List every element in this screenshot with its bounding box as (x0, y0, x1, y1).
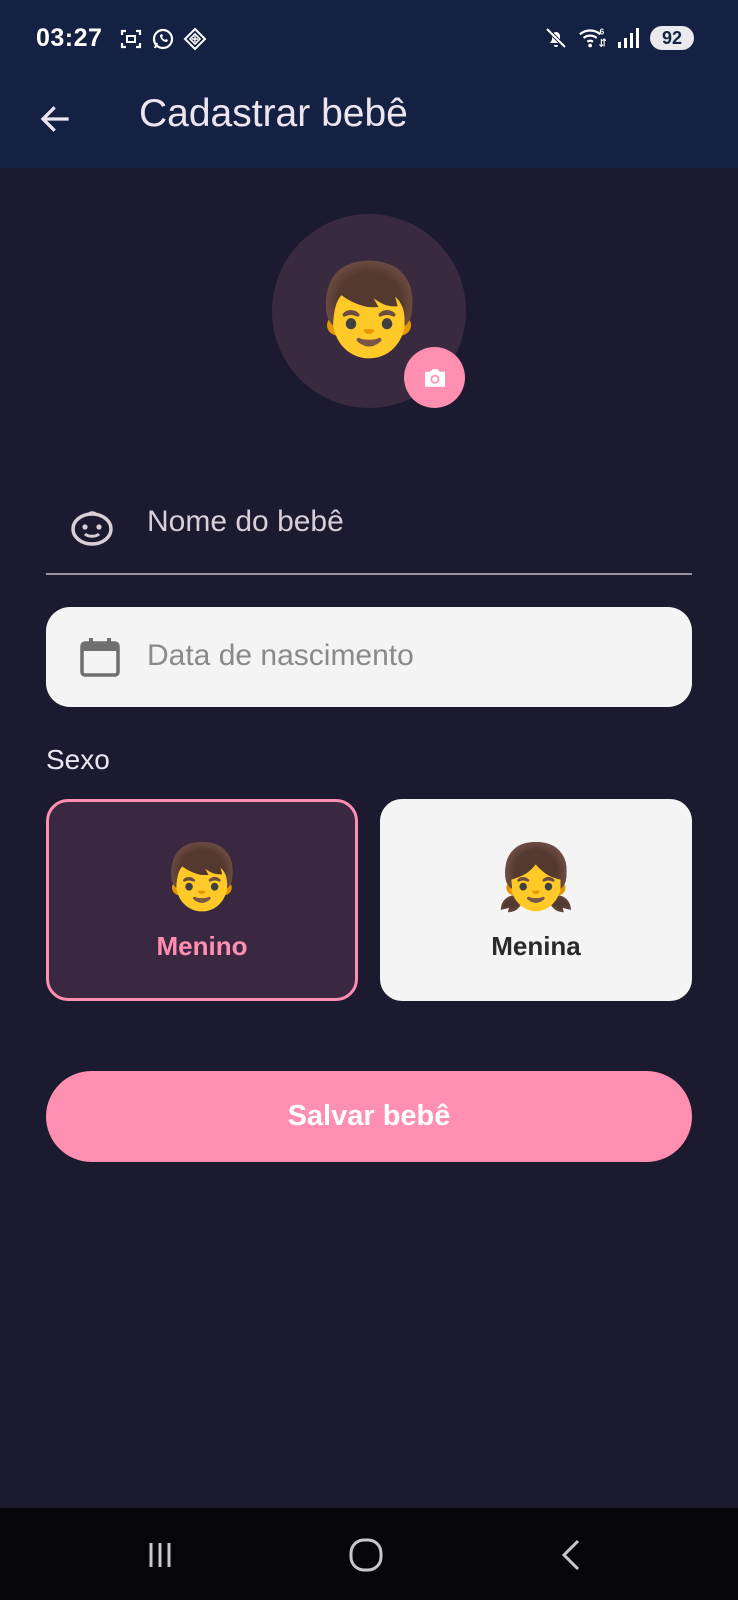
calendar-icon (80, 638, 120, 677)
sex-option-boy[interactable]: 👦 Menino (46, 799, 358, 1001)
baby-name-input[interactable]: Nome do bebê (46, 478, 692, 575)
baby-face-icon (71, 511, 113, 546)
sex-option-label: Menino (156, 930, 248, 961)
baby-name-placeholder: Nome do bebê (147, 505, 344, 538)
save-baby-button[interactable]: Salvar bebê (46, 1071, 692, 1162)
status-bar: 03:27 6 92 (0, 0, 738, 78)
boy-emoji-icon: 👦 (312, 261, 426, 361)
sex-option-label: Menina (491, 930, 581, 961)
arrow-back-icon (40, 106, 69, 132)
boy-emoji-icon: 👦 (162, 840, 242, 913)
mute-icon (542, 24, 570, 52)
page-title: Cadastrar bebê (139, 92, 408, 135)
app-bar: Cadastrar bebê (0, 78, 738, 168)
sex-option-girl[interactable]: 👧 Menina (380, 799, 692, 1001)
recents-button[interactable] (130, 1530, 190, 1580)
wifi-6-icon: 6 (578, 24, 606, 52)
whatsapp-icon (150, 26, 176, 52)
camera-icon (424, 368, 445, 387)
sex-label: Sexo (46, 744, 110, 775)
back-button[interactable] (30, 94, 80, 144)
signal-icon (614, 24, 642, 52)
status-time: 03:27 (36, 24, 103, 52)
screenshot-icon (118, 26, 144, 52)
home-button[interactable] (336, 1530, 396, 1580)
diamond-app-icon (182, 26, 208, 52)
girl-emoji-icon: 👧 (496, 840, 576, 913)
system-nav-bar (0, 1508, 738, 1600)
birth-date-input[interactable]: Data de nascimento (46, 607, 692, 707)
status-left-icons (118, 26, 208, 52)
status-right-icons: 6 92 (542, 24, 694, 52)
battery-indicator: 92 (650, 26, 694, 50)
home-icon (349, 1538, 383, 1572)
svg-text:6: 6 (599, 26, 604, 36)
recents-icon (149, 1543, 171, 1567)
birth-date-placeholder: Data de nascimento (147, 639, 414, 672)
back-icon (561, 1539, 580, 1571)
change-photo-button[interactable] (404, 347, 465, 408)
nav-back-button[interactable] (542, 1530, 602, 1580)
